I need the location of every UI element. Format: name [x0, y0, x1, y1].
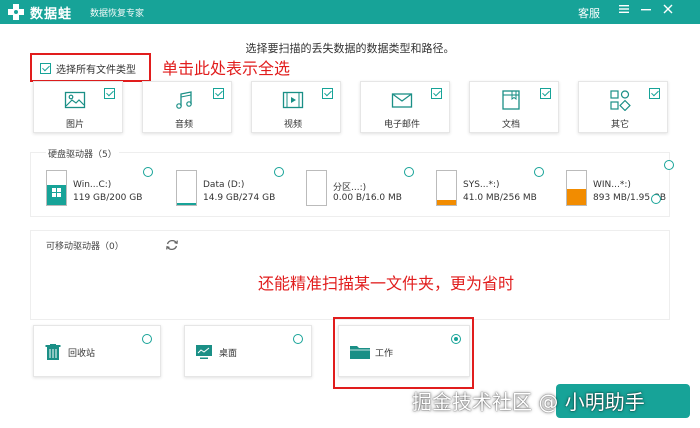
file-type-checkbox[interactable]: [649, 88, 660, 99]
drive-radio[interactable]: [664, 160, 674, 170]
folder-card-desktop[interactable]: 桌面: [184, 325, 312, 377]
drive-name: Data (D:): [203, 180, 245, 190]
recycle-bin-icon: [45, 344, 61, 360]
file-type-checkbox[interactable]: [322, 88, 333, 99]
drive-usage-fill: [437, 199, 456, 205]
email-icon: [391, 93, 413, 108]
drive-usage-fill: [177, 203, 196, 205]
windows-drive-icon: [46, 170, 67, 206]
annotation-box-folder: [333, 317, 474, 389]
file-type-label: 电子邮件: [383, 120, 420, 130]
drive-icon: [306, 170, 327, 206]
drive-name: 分区...:): [333, 183, 367, 193]
drive-radio[interactable]: [534, 167, 544, 177]
folder-label: 回收站: [68, 349, 96, 359]
file-type-document[interactable]: 文档: [469, 81, 559, 133]
drive-name: SYS...*:): [463, 180, 500, 190]
file-type-checkbox[interactable]: [213, 88, 224, 99]
refresh-icon[interactable]: [165, 238, 179, 252]
app-name: 数据蛙: [30, 7, 73, 22]
file-type-label: 视频: [283, 120, 302, 130]
drive-icon: [176, 170, 197, 206]
file-type-label: 文档: [501, 120, 520, 130]
close-icon[interactable]: [659, 2, 677, 20]
minimize-icon[interactable]: [637, 2, 655, 20]
file-type-image[interactable]: 图片: [33, 81, 123, 133]
video-icon: [282, 91, 304, 109]
file-type-audio[interactable]: 音频: [142, 81, 232, 133]
title-bar: 数据蛙 数据恢复专家 客服: [0, 0, 700, 24]
folder-radio[interactable]: [142, 334, 152, 344]
drive-size: 14.9 GB/274 GB: [203, 193, 276, 203]
file-type-label: 图片: [65, 120, 84, 130]
annotation-select-all-hint: 单击此处表示全选: [162, 59, 291, 78]
file-type-checkbox[interactable]: [104, 88, 115, 99]
other-icon: [610, 90, 631, 111]
drive-name: Win...C:): [73, 180, 112, 190]
file-type-other[interactable]: 其它: [578, 81, 668, 133]
document-icon: [502, 90, 520, 110]
drive-size: 41.0 MB/256 MB: [463, 193, 537, 203]
drive-radio[interactable]: [274, 167, 284, 177]
drive-size: 119 GB/200 GB: [73, 193, 143, 203]
drive-icon: [436, 170, 457, 206]
image-icon: [64, 91, 86, 109]
hamburger-icon[interactable]: [615, 2, 633, 20]
drive-usage-fill: [567, 189, 586, 205]
drive-size: 0.00 B/16.0 MB: [333, 193, 402, 203]
file-type-checkbox[interactable]: [431, 88, 442, 99]
support-button[interactable]: 客服: [578, 5, 600, 21]
folder-card-recycle-bin[interactable]: 回收站: [33, 325, 161, 377]
app-subtitle: 数据恢复专家: [90, 9, 145, 19]
desktop-icon: [196, 345, 212, 359]
file-type-label: 音频: [174, 120, 193, 130]
drive-name: WIN...*:): [593, 180, 631, 190]
removable-drives-title: 可移动驱动器（0）: [46, 242, 124, 252]
windows-logo-icon: [52, 188, 61, 197]
drive-icon: [566, 170, 587, 206]
file-type-video[interactable]: 视频: [251, 81, 341, 133]
music-icon: [176, 91, 192, 109]
app-logo-icon: [8, 4, 24, 20]
folder-label: 桌面: [219, 349, 238, 359]
annotation-box-select-all: [30, 53, 151, 82]
folder-radio[interactable]: [293, 334, 303, 344]
hard-drives-title: 硬盘驱动器（5）: [46, 147, 119, 160]
watermark-text: 掘金技术社区 @ 小明助手: [412, 390, 645, 414]
drive-radio[interactable]: [143, 167, 153, 177]
file-type-label: 其它: [610, 120, 629, 130]
drive-radio[interactable]: [404, 167, 414, 177]
drive-radio[interactable]: [651, 194, 661, 204]
file-type-email[interactable]: 电子邮件: [360, 81, 450, 133]
annotation-folder-hint: 还能精准扫描某一文件夹，更为省时: [258, 274, 515, 293]
file-type-checkbox[interactable]: [540, 88, 551, 99]
